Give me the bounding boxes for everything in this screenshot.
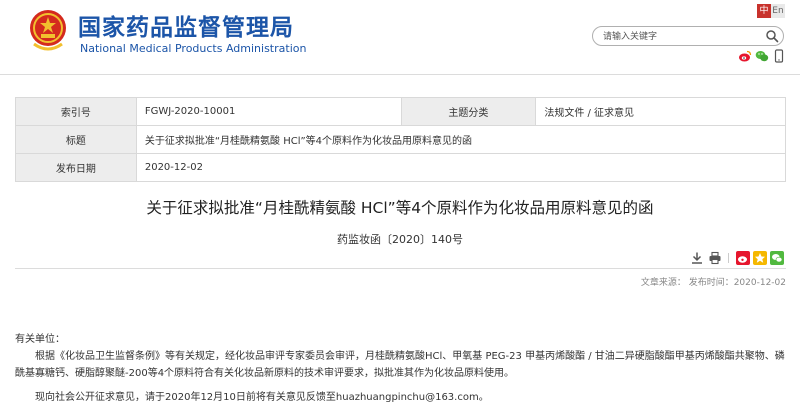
toolbar-divider [728, 253, 729, 263]
index-value: FGWJ-2020-10001 [135, 97, 402, 126]
title-label: 标题 [15, 125, 137, 154]
site-title-cn[interactable]: 国家药品监督管理局 [78, 8, 294, 42]
category-value: 法规文件 / 征求意见 [535, 97, 786, 126]
document-number: 药监妆函〔2020〕140号 [337, 233, 463, 246]
mobile-icon[interactable] [772, 49, 786, 63]
share-wechat-icon[interactable] [770, 251, 784, 265]
search-box [592, 26, 784, 46]
download-icon[interactable] [690, 251, 704, 265]
lang-english-button[interactable]: En [771, 4, 785, 18]
table-row: 索引号 FGWJ-2020-10001 主题分类 法规文件 / 征求意见 [15, 97, 786, 126]
article-title: 关于征求拟批准“月桂酰精氨酸 HCl”等4个原料作为化妆品用原料意见的函 [146, 199, 654, 217]
date-value: 2020-12-02 [135, 153, 787, 182]
publish-info: 文章来源： 发布时间：2020-12-02 [640, 278, 786, 288]
print-icon[interactable] [708, 251, 722, 265]
share-weibo-icon[interactable] [736, 251, 750, 265]
table-row: 标题 关于征求拟批准“月桂酰精氨酸 HCl”等4个原料作为化妆品用原料意见的函 [15, 125, 787, 154]
search-input[interactable] [603, 29, 753, 44]
search-icon[interactable] [765, 29, 779, 43]
body-paragraph-1: 根据《化妆品卫生监督条例》等有关规定，经化妆品审评专家委员会审评，月桂酰精氨酸H… [15, 351, 785, 379]
national-emblem-icon[interactable] [28, 8, 68, 52]
title-value: 关于征求拟批准“月桂酰精氨酸 HCl”等4个原料作为化妆品用原料意见的函 [135, 125, 787, 154]
header-divider [0, 74, 800, 75]
site-header: 国家药品监督管理局 National Medical Products Admi… [0, 0, 800, 70]
document-info-table: 索引号 FGWJ-2020-10001 主题分类 法规文件 / 征求意见 标题 … [15, 97, 787, 182]
body-paragraph-2: 现向社会公开征求意见，请于2020年12月10日前将有关意见反馈至huazhua… [35, 392, 489, 403]
category-label: 主题分类 [400, 97, 537, 126]
weibo-icon[interactable] [738, 49, 752, 63]
index-label: 索引号 [15, 97, 137, 126]
share-qzone-icon[interactable] [753, 251, 767, 265]
salutation: 有关单位： [15, 334, 65, 345]
table-row: 发布日期 2020-12-02 [15, 153, 787, 182]
date-label: 发布日期 [15, 153, 137, 182]
site-title-en[interactable]: National Medical Products Administration [80, 42, 306, 55]
lang-chinese-button[interactable]: 中 [757, 4, 771, 18]
wechat-icon[interactable] [755, 49, 769, 63]
meta-divider [15, 268, 786, 269]
